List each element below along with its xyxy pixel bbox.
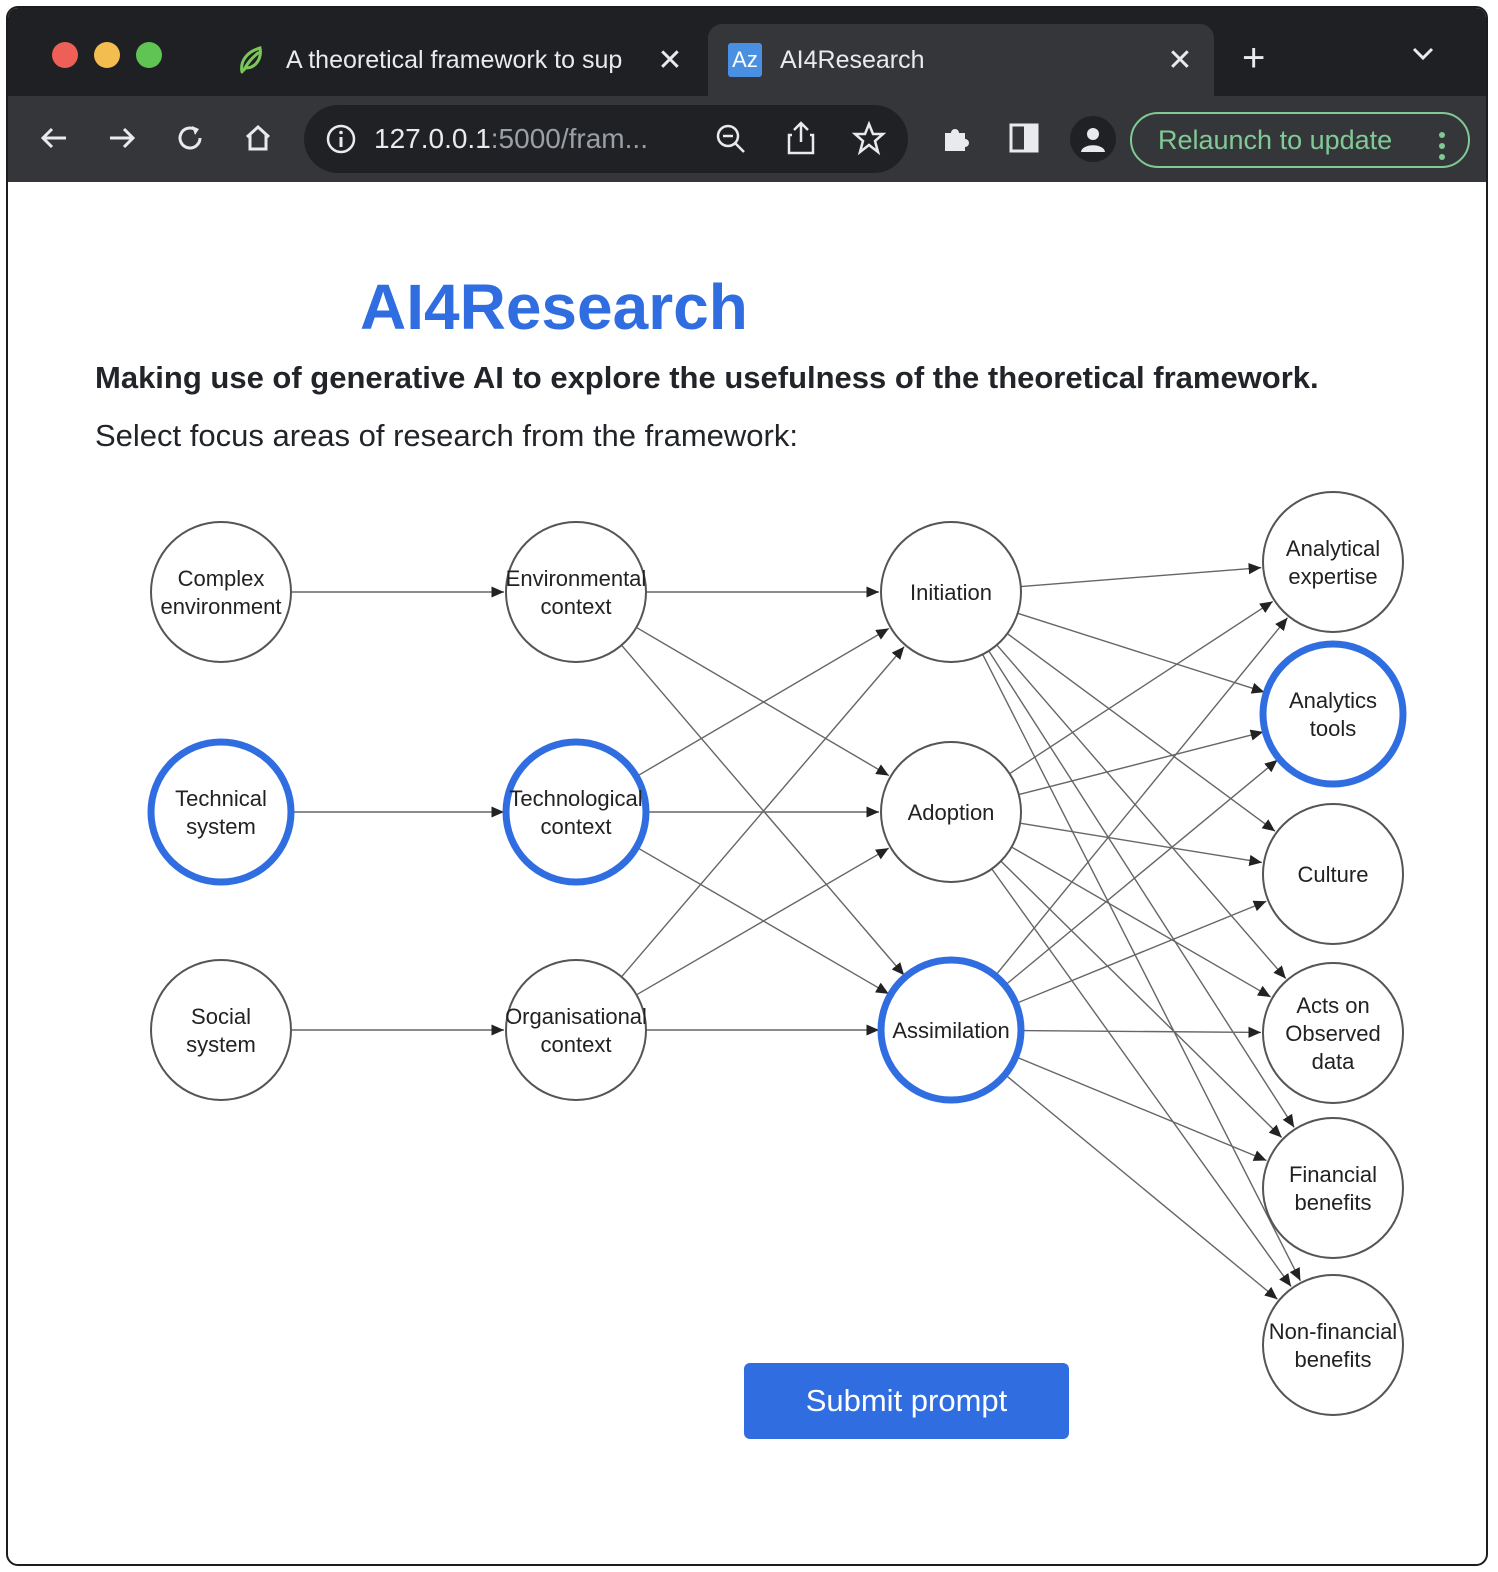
- node-complex[interactable]: Complex environment: [150, 521, 292, 663]
- node-environmental[interactable]: Environmental context: [505, 521, 647, 663]
- edge-technological-to-assimilation: [636, 846, 890, 995]
- diagram-edges: [291, 563, 1302, 1300]
- node-acts[interactable]: Acts on Observed data: [1262, 962, 1404, 1104]
- edge-initiation-to-acts: [996, 644, 1287, 980]
- node-label: benefits: [1294, 1190, 1371, 1215]
- framework-diagram: Complex environment Technical system Social s…: [147, 491, 1407, 1416]
- node-label: Social: [191, 1004, 251, 1029]
- node-technical[interactable]: Technical system: [147, 738, 295, 886]
- node-label: environment: [160, 594, 281, 619]
- node-label: benefits: [1294, 1347, 1371, 1372]
- node-circle[interactable]: [147, 738, 295, 886]
- edge-adoption-to-culture: [1019, 822, 1263, 866]
- node-label: Acts on: [1296, 993, 1369, 1018]
- edge-assimilation-to-financial: [1015, 1056, 1267, 1162]
- node-label: Adoption: [908, 800, 995, 825]
- node-label: Technical: [175, 786, 267, 811]
- edge-initiation-to-culture: [1006, 633, 1276, 832]
- node-social[interactable]: Social system: [150, 959, 292, 1101]
- node-circle[interactable]: [150, 959, 292, 1101]
- edge-assimilation-to-culture: [1015, 900, 1267, 1005]
- node-label: Initiation: [910, 580, 992, 605]
- node-analytical[interactable]: Analytical expertise: [1262, 491, 1404, 633]
- node-label: Financial: [1289, 1162, 1377, 1187]
- node-financial[interactable]: Financial benefits: [1262, 1117, 1404, 1259]
- node-label: system: [186, 814, 256, 839]
- edge-environmental-to-assimilation: [620, 644, 905, 976]
- node-label: context: [541, 594, 612, 619]
- node-circle[interactable]: [1259, 640, 1407, 788]
- node-nonfinancial[interactable]: Non-financial benefits: [1262, 1274, 1404, 1416]
- edge-assimilation-to-acts: [1020, 1026, 1262, 1038]
- node-label: Analytics: [1289, 688, 1377, 713]
- node-assimilation[interactable]: Assimilation: [877, 956, 1025, 1104]
- node-label: context: [541, 814, 612, 839]
- edge-initiation-to-analytical: [1020, 563, 1262, 588]
- edge-adoption-to-financial: [1000, 860, 1283, 1138]
- node-circle[interactable]: [1262, 491, 1404, 633]
- node-label: Analytical: [1286, 536, 1380, 561]
- node-label: Complex: [178, 566, 265, 591]
- edge-initiation-to-tools: [1017, 612, 1265, 694]
- node-technological[interactable]: Technological context: [502, 738, 650, 886]
- node-label: system: [186, 1032, 256, 1057]
- edge-adoption-to-acts: [1011, 846, 1272, 998]
- node-adoption[interactable]: Adoption: [880, 741, 1022, 883]
- node-circle[interactable]: [1262, 1117, 1404, 1259]
- node-culture[interactable]: Culture: [1262, 803, 1404, 945]
- node-label: Technological: [509, 786, 642, 811]
- node-circle[interactable]: [505, 959, 647, 1101]
- edge-adoption-to-nonfinancial: [991, 868, 1292, 1287]
- edge-technological-to-initiation: [636, 627, 890, 778]
- node-label: Environmental: [506, 566, 647, 591]
- node-label: expertise: [1288, 564, 1377, 589]
- node-circle[interactable]: [150, 521, 292, 663]
- submit-prompt-button[interactable]: Submit prompt: [744, 1363, 1069, 1439]
- node-label: Organisational: [505, 1004, 647, 1029]
- node-circle[interactable]: [505, 521, 647, 663]
- node-label: Non-financial: [1269, 1319, 1397, 1344]
- node-label: Assimilation: [892, 1018, 1009, 1043]
- node-circle[interactable]: [502, 738, 650, 886]
- node-label: Culture: [1298, 862, 1369, 887]
- node-organisational[interactable]: Organisational context: [505, 959, 647, 1101]
- edge-adoption-to-analytical: [1009, 600, 1274, 775]
- node-label: Observed: [1285, 1021, 1380, 1046]
- node-label: context: [541, 1032, 612, 1057]
- node-circle[interactable]: [1262, 1274, 1404, 1416]
- node-label: data: [1312, 1049, 1356, 1074]
- edge-organisational-to-adoption: [636, 847, 890, 996]
- node-tools[interactable]: Analytics tools: [1259, 640, 1407, 788]
- edge-environmental-to-adoption: [636, 626, 890, 777]
- diagram-nodes: Complex environment Technical system Social s…: [147, 491, 1407, 1416]
- node-initiation[interactable]: Initiation: [880, 521, 1022, 663]
- edge-adoption-to-tools: [1018, 729, 1264, 796]
- node-label: tools: [1310, 716, 1356, 741]
- edge-initiation-to-financial: [988, 650, 1295, 1128]
